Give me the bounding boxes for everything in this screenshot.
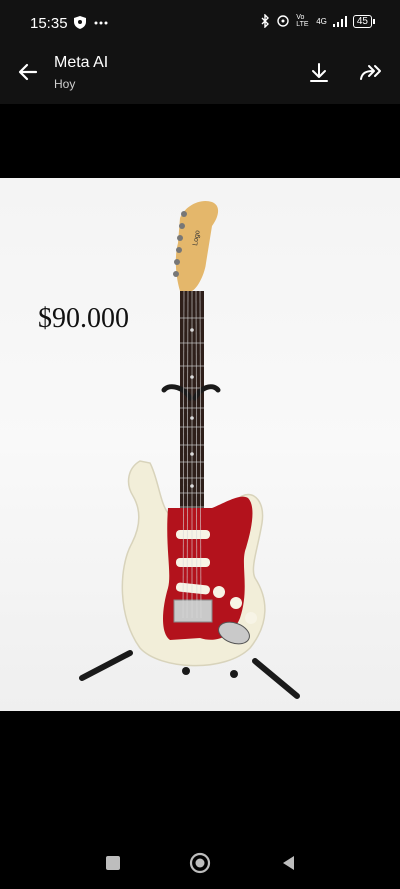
status-time: 15:35 [30,15,68,32]
bluetooth-icon [261,14,270,28]
electric-guitar-image: Logo [79,200,300,699]
shared-image[interactable]: Logo $90.000 [0,178,400,711]
signal-icon [332,15,347,27]
price-overlay-text: $90.000 [38,303,129,334]
arrow-left-icon[interactable] [16,60,40,84]
shield-icon [74,16,86,29]
triangle-back-icon[interactable] [279,853,299,873]
hotspot-icon [277,15,289,27]
forward-icon[interactable] [359,62,385,84]
chat-subtitle: Hoy [54,77,76,91]
download-icon[interactable] [308,62,330,84]
square-icon[interactable] [103,853,123,873]
more-dots-icon [94,21,108,24]
app-bar: Meta AI Hoy [0,44,400,104]
circle-icon[interactable] [189,852,211,874]
battery-indicator: 45 [352,14,376,28]
chat-title: Meta AI [54,54,109,71]
system-navigation-bar [0,837,400,889]
status-bar: 15:35 Vo LTE 4G 45 [0,0,400,44]
volte-label: Vo LTE [296,14,309,28]
network-label: 4G [316,16,327,26]
